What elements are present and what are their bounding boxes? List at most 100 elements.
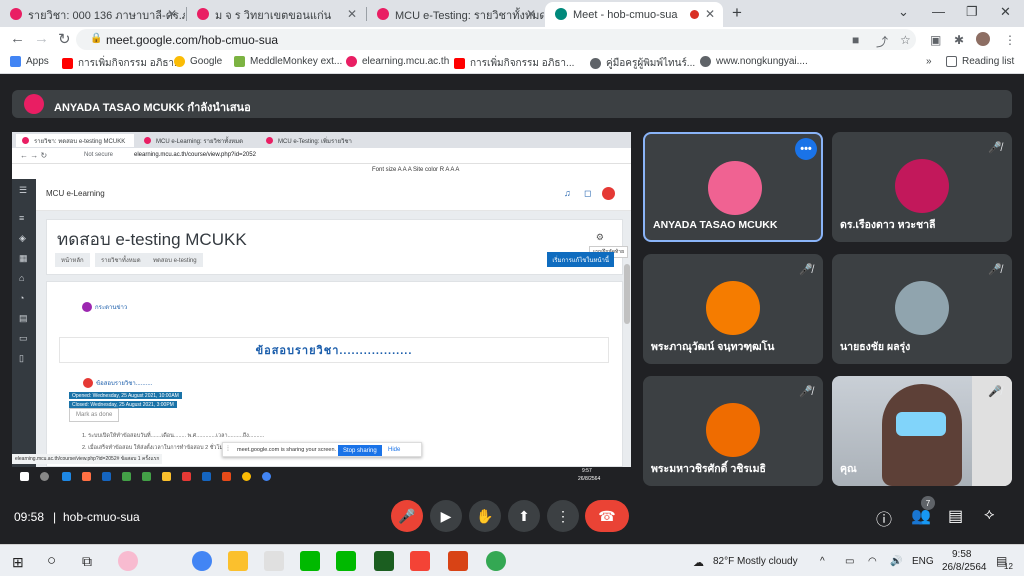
url-text[interactable]: meet.google.com/hob-cmuo-sua	[106, 33, 278, 47]
pdf-icon[interactable]	[410, 551, 430, 571]
lock-icon[interactable]: 🔒	[90, 33, 102, 44]
hang-up-icon: ☎	[598, 507, 616, 524]
close-window-icon[interactable]: ✕	[1000, 4, 1011, 20]
quiz-icon	[83, 378, 93, 388]
browser-tab-1[interactable]: รายวิชา: 000 136 ภาษาบาลี-ดร.ภูริพ ✕	[0, 2, 185, 27]
participant-tile-6[interactable]: 🎤̸ คุณ	[832, 376, 1012, 486]
search-icon[interactable]: ○	[47, 552, 56, 569]
notification-count: 12	[1004, 562, 1013, 571]
participant-tile-3[interactable]: 🎤̸ พระภาณุวัฒน์ จนฺทวฑฺฒโน	[643, 254, 823, 364]
recording-dot-icon	[690, 10, 699, 19]
excel-icon[interactable]	[374, 551, 394, 571]
bookmark-item[interactable]: elearning.mcu.ac.th	[346, 56, 449, 67]
line-icon	[122, 472, 131, 481]
leave-call-button[interactable]: ☎	[585, 500, 629, 532]
bookmarks-overflow-icon[interactable]: »	[926, 56, 932, 67]
puzzle-icon[interactable]: ✱	[954, 33, 964, 47]
shared-screen: รายวิชา: ทดสอบ e-testing MCUKK MCU e-Lea…	[12, 132, 631, 486]
chat-icon[interactable]: ▤	[948, 506, 963, 526]
closed-date: Closed: Wednesday, 25 August 2021, 3:00P…	[69, 401, 177, 408]
not-secure-label: Not secure	[84, 152, 114, 158]
close-tab-icon[interactable]: ✕	[526, 7, 536, 21]
instruction-line-2: 2. เมื่อเสร็จทำข้อสอบ ให้ส่งตั้งเวลาในกา…	[82, 445, 226, 451]
line-icon[interactable]	[336, 551, 356, 571]
bookmark-item[interactable]: การเพิ่มกิจกรรม อภิธา...	[62, 56, 182, 71]
participant-tile-2[interactable]: 🎤̸ ดร.เรืองดาว หวะชาลี	[832, 132, 1012, 242]
line-icon[interactable]	[300, 551, 320, 571]
minimize-icon[interactable]: —	[932, 4, 945, 19]
participant-avatar	[708, 161, 762, 215]
network-icon[interactable]: ▭	[845, 556, 854, 567]
raise-hand-button[interactable]: ✋	[469, 500, 501, 532]
bookmark-item[interactable]: MeddleMonkey ext...	[234, 56, 342, 67]
show-hidden-icons[interactable]: ^	[820, 556, 825, 567]
more-options-icon[interactable]: •••	[795, 138, 817, 160]
site-favicon-icon	[144, 137, 151, 144]
reading-list-icon	[946, 56, 957, 67]
chrome-icon[interactable]	[192, 551, 212, 571]
activities-icon[interactable]: ⟡	[984, 506, 995, 524]
clock-date[interactable]: 26/8/2564	[942, 562, 987, 573]
back-icon: ← → ↻	[20, 151, 48, 160]
reading-list[interactable]: Reading list	[946, 56, 1014, 67]
weather-text[interactable]: 82°F Mostly cloudy	[713, 556, 798, 567]
windows-start-icon	[20, 472, 29, 481]
bookmark-item[interactable]: การเพิ่มกิจกรรม อภิธา...	[454, 56, 574, 71]
reload-icon[interactable]: ↻	[58, 30, 71, 48]
camera-icon[interactable]: ■	[852, 33, 859, 47]
bookmark-google[interactable]: Google	[174, 56, 222, 67]
app-icon[interactable]	[264, 551, 284, 571]
more-options-button[interactable]: ⋮	[547, 500, 579, 532]
site-favicon-icon	[377, 8, 389, 20]
font-size-toolbar: Font size A A A Site color R A A A	[372, 167, 460, 173]
screen-share-notice: ⁞ meet.google.com is sharing your screen…	[222, 442, 422, 457]
browser-tab-meet[interactable]: Meet - hob-cmuo-sua ✕	[545, 2, 723, 27]
participant-tile-1[interactable]: ••• ANYADA TASAO MCUKK	[643, 132, 823, 242]
youtube-icon	[454, 58, 465, 69]
menu-kebab-icon[interactable]: ⋮	[1004, 33, 1016, 47]
camera-toggle-button[interactable]: ▶	[430, 500, 462, 532]
maximize-icon[interactable]: ❐	[966, 4, 978, 20]
keyboard-lang[interactable]: ENG	[912, 556, 934, 567]
forum-icon	[82, 302, 92, 312]
profile-avatar[interactable]	[976, 32, 990, 46]
hand-icon: ✋	[476, 507, 494, 524]
back-icon[interactable]: ←	[10, 30, 25, 47]
new-tab-icon[interactable]: +	[732, 3, 742, 23]
forward-icon[interactable]: →	[34, 30, 49, 47]
instruction-line-1: 1. ระบบเปิดให้ทำข้อสอบวันที่.......เดือน…	[82, 433, 265, 439]
breadcrumb-course: ทดสอบ e-testing	[147, 253, 203, 267]
lock-icon: ▯	[19, 353, 24, 363]
windows-start-icon[interactable]: ⊞	[12, 554, 24, 571]
browser-tab-3[interactable]: MCU e-Testing: รายวิชาทั้งหมด ✕	[367, 2, 544, 27]
clock-time[interactable]: 9:58	[952, 549, 971, 560]
bookmark-item[interactable]: www.nongkungyai....	[700, 56, 808, 67]
weather-icon[interactable]: ☁	[693, 556, 704, 569]
browser-tab-2[interactable]: ม จ ร วิทยาเขตขอนแก่น ✕	[187, 2, 365, 27]
participant-tile-5[interactable]: 🎤̸ พระมหาวชิรศักดิ์ วชิรเมธิ	[643, 376, 823, 486]
present-button[interactable]: ⬆	[508, 500, 540, 532]
file-explorer-icon[interactable]	[228, 551, 248, 571]
app-icon[interactable]	[118, 551, 138, 571]
participant-tile-4[interactable]: 🎤̸ นายธงชัย ผลรุ่ง	[832, 254, 1012, 364]
file-icon: ▭	[19, 333, 28, 343]
chrome-icon[interactable]	[486, 551, 506, 571]
bookmark-star-icon[interactable]: ☆	[900, 33, 911, 47]
bookmark-item[interactable]: คู่มือครูผู้พิมพ์ไทนร์...	[590, 56, 695, 71]
volume-icon[interactable]: 🔊	[890, 556, 902, 567]
share-page-icon[interactable]: ⤴	[876, 33, 888, 50]
tab-search-icon[interactable]: ⌄	[898, 4, 909, 20]
mic-toggle-button[interactable]: 🎤	[391, 500, 423, 532]
powerpoint-icon[interactable]	[448, 551, 468, 571]
meeting-details-icon[interactable]: ⓘ	[876, 506, 892, 530]
close-tab-icon[interactable]: ✕	[705, 7, 715, 21]
bookmark-apps[interactable]: Apps	[10, 56, 49, 67]
share-notice-text: meet.google.com is sharing your screen.	[237, 447, 337, 453]
section-heading: ข้อสอบรายวิชา..................	[59, 337, 609, 363]
wifi-icon[interactable]: ◠	[868, 556, 877, 567]
extension-icon[interactable]: ▣	[930, 33, 941, 47]
site-favicon-icon	[197, 8, 209, 20]
close-tab-icon[interactable]: ✕	[167, 7, 177, 21]
task-view-icon[interactable]: ⧉	[82, 553, 92, 570]
close-tab-icon[interactable]: ✕	[347, 7, 357, 21]
